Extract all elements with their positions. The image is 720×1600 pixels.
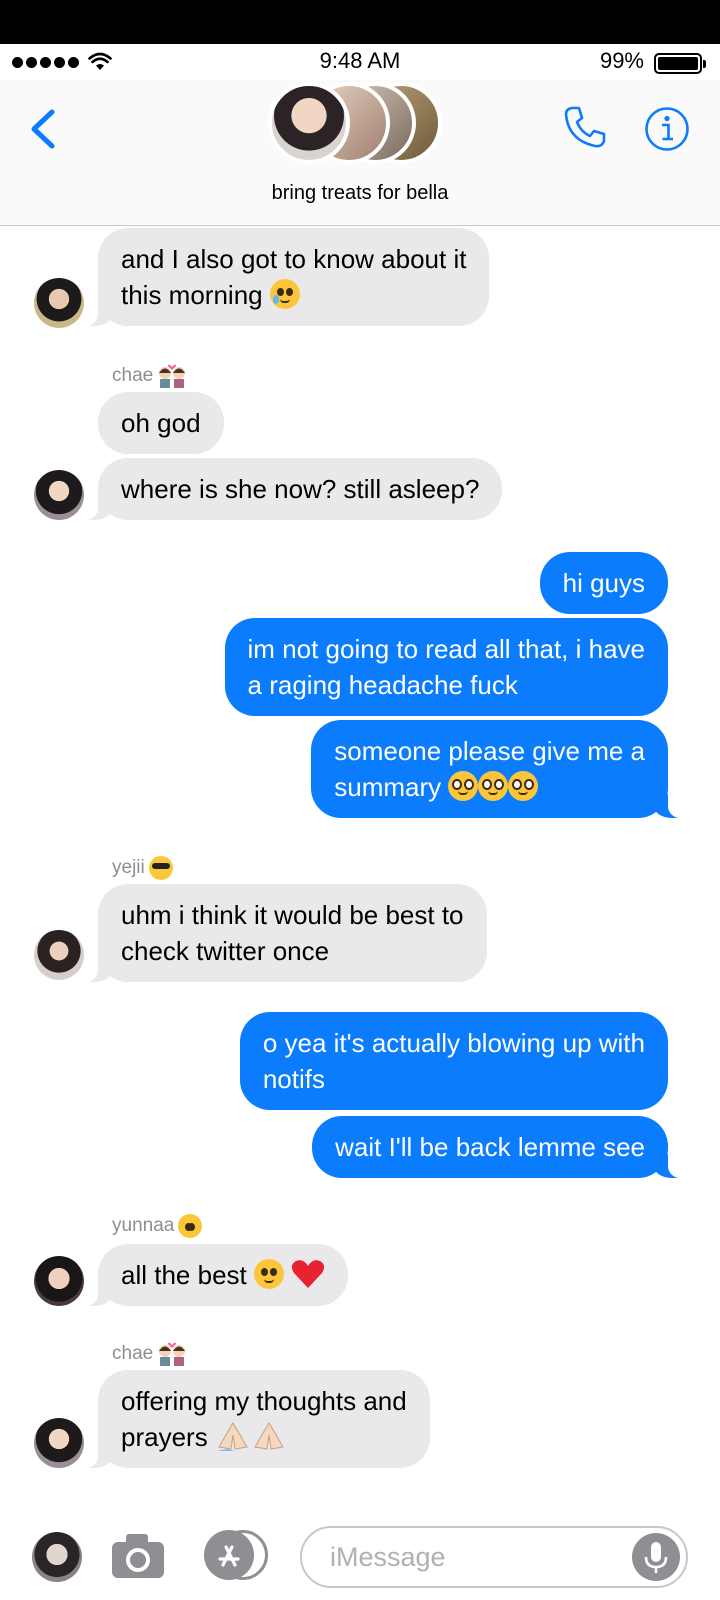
outgoing-message-bubble[interactable]: o yea it's actually blowing up with noti… bbox=[239, 1012, 668, 1110]
group-avatar-stack[interactable] bbox=[268, 80, 458, 166]
pleading-face-emoji bbox=[448, 771, 479, 801]
message-text: notifs bbox=[262, 1064, 325, 1094]
sender-avatar[interactable] bbox=[34, 930, 84, 980]
message-text: hi guys bbox=[562, 568, 645, 598]
incoming-message-bubble[interactable]: uhm i think it would be best to check tw… bbox=[84, 884, 487, 982]
message-text: this morning bbox=[121, 280, 263, 310]
outgoing-message-bubble[interactable]: hi guys bbox=[539, 552, 668, 614]
message-text: prayers bbox=[121, 1422, 208, 1452]
profile-avatar[interactable] bbox=[32, 1532, 82, 1582]
app-store-icon[interactable] bbox=[204, 1530, 268, 1580]
sender-name: yunnaa bbox=[112, 1214, 203, 1238]
outgoing-message-bubble[interactable]: someone please give me a summary bbox=[311, 720, 682, 818]
sender-avatar[interactable] bbox=[34, 1418, 84, 1468]
microphone-icon[interactable] bbox=[632, 1533, 680, 1581]
sender-name: chae bbox=[112, 364, 187, 388]
sunglasses-face-emoji bbox=[148, 856, 173, 880]
incoming-message-bubble[interactable]: offering my thoughts and prayers bbox=[84, 1370, 430, 1468]
folded-hands-emoji bbox=[216, 1422, 248, 1451]
message-text: uhm i think it would be best to bbox=[121, 900, 464, 930]
pleading-face-emoji bbox=[478, 771, 509, 801]
message-text: wait I'll be back lemme see bbox=[335, 1132, 645, 1162]
message-text: offering my thoughts and bbox=[121, 1386, 407, 1416]
sender-avatar[interactable] bbox=[34, 1256, 84, 1306]
incoming-message-bubble[interactable]: where is she now? still asleep? bbox=[83, 458, 503, 520]
camera-icon[interactable] bbox=[110, 1532, 166, 1580]
message-text: all the best bbox=[121, 1260, 247, 1290]
incoming-message-bubble[interactable]: and I also got to know about it this mor… bbox=[83, 228, 490, 326]
message-input-placeholder: iMessage bbox=[330, 1542, 446, 1572]
pleading-face-emoji bbox=[508, 771, 539, 801]
message-text: a raging headache fuck bbox=[247, 670, 518, 700]
message-text: o yea it's actually blowing up with bbox=[262, 1028, 645, 1058]
sender-avatar[interactable] bbox=[34, 278, 84, 328]
couple-with-heart-emoji bbox=[159, 364, 186, 388]
couple-with-heart-emoji bbox=[159, 1342, 186, 1366]
red-heart-emoji bbox=[292, 1260, 325, 1288]
status-bar: 9:48 AM 99% bbox=[0, 44, 720, 80]
sender-avatar[interactable] bbox=[34, 470, 84, 520]
top-bezel bbox=[0, 0, 720, 44]
message-composer: iMessage bbox=[0, 1512, 720, 1600]
message-text: where is she now? still asleep? bbox=[121, 474, 480, 504]
chevron-left-icon[interactable] bbox=[28, 108, 56, 150]
message-text: check twitter once bbox=[121, 936, 330, 966]
incoming-message-bubble[interactable]: oh god bbox=[98, 392, 224, 454]
conversation-header: bring treats for bella bbox=[0, 80, 720, 226]
message-text: oh god bbox=[121, 408, 201, 438]
message-text: and I also got to know about it bbox=[121, 244, 467, 274]
folded-hands-emoji bbox=[254, 1422, 284, 1450]
group-member-avatar bbox=[268, 82, 350, 164]
message-input[interactable]: iMessage bbox=[300, 1526, 688, 1588]
message-text: someone please give me a bbox=[334, 736, 645, 766]
message-text: im not going to read all that, i have bbox=[247, 634, 645, 664]
battery-percent: 99% bbox=[599, 48, 644, 73]
outgoing-message-bubble[interactable]: im not going to read all that, i have a … bbox=[224, 618, 668, 716]
group-title[interactable]: bring treats for bella bbox=[0, 182, 720, 205]
smiling-face-emoji bbox=[253, 1259, 284, 1289]
outgoing-message-bubble[interactable]: wait I'll be back lemme see bbox=[312, 1116, 682, 1178]
incoming-message-bubble[interactable]: all the best bbox=[83, 1244, 349, 1306]
message-text: summary bbox=[334, 772, 442, 802]
phone-icon[interactable] bbox=[562, 104, 608, 150]
kissing-face-emoji bbox=[178, 1214, 203, 1238]
info-icon[interactable] bbox=[644, 106, 690, 152]
crying-face-emoji bbox=[269, 279, 300, 309]
battery-icon bbox=[654, 53, 706, 74]
sender-name: yejii bbox=[112, 856, 173, 880]
sender-name: chae bbox=[112, 1342, 187, 1366]
